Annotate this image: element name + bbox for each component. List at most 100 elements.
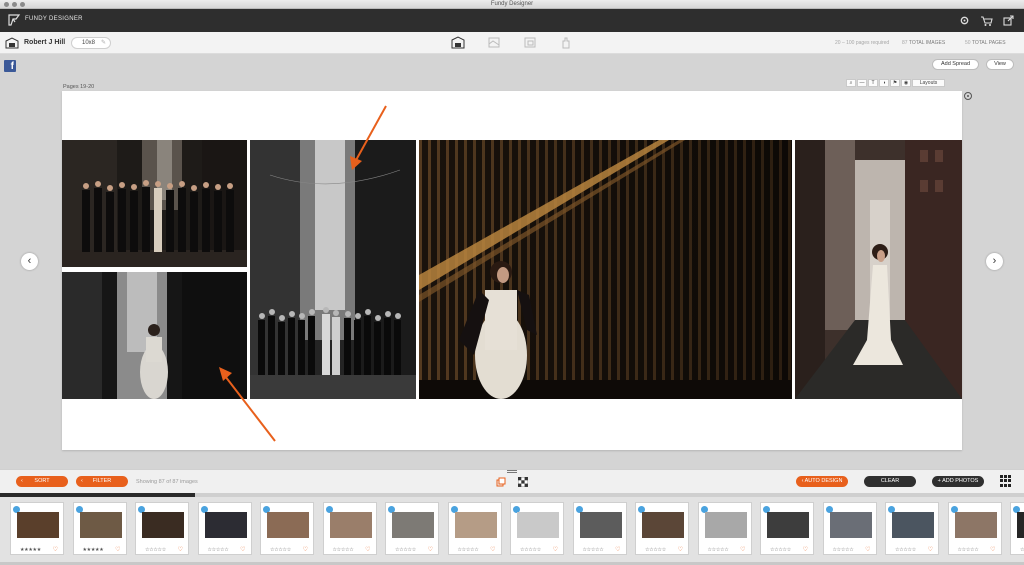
- album-spread[interactable]: [62, 91, 962, 450]
- sort-button[interactable]: ‹ SORT: [16, 476, 68, 487]
- add-spread-button[interactable]: Add Spread: [932, 59, 979, 70]
- stack-icon[interactable]: [496, 477, 506, 487]
- rating-stars[interactable]: ☆☆☆☆☆: [770, 547, 791, 553]
- rating-stars[interactable]: ☆☆☆☆☆: [145, 547, 166, 553]
- project-toolbar: Robert J Hill 10x8 ✎ 20 – 100 pages requ…: [0, 32, 1024, 54]
- photo-thumbnail[interactable]: ★★★★★ ♡: [10, 502, 64, 555]
- rating-stars[interactable]: ☆☆☆☆☆: [458, 547, 479, 553]
- rating-stars[interactable]: ☆☆☆☆☆: [645, 547, 666, 553]
- favorite-heart-icon[interactable]: ♡: [53, 546, 58, 553]
- rating-stars[interactable]: ☆☆☆☆☆: [270, 547, 291, 553]
- panel-resize-handle[interactable]: [507, 470, 517, 473]
- photo-bride-walking-alley[interactable]: [795, 140, 962, 399]
- favorite-heart-icon[interactable]: ♡: [240, 546, 245, 553]
- photo-thumbnail[interactable]: ☆☆☆☆☆ ♡: [760, 502, 814, 555]
- rating-stars[interactable]: ★★★★★: [83, 547, 104, 553]
- favorite-heart-icon[interactable]: ♡: [115, 546, 120, 553]
- favorite-heart-icon[interactable]: ♡: [303, 546, 308, 553]
- grid-view-icon[interactable]: [1000, 475, 1012, 487]
- app-name: FUNDY DESIGNER: [25, 16, 83, 22]
- favorite-heart-icon[interactable]: ♡: [928, 546, 933, 553]
- favorite-heart-icon[interactable]: ♡: [553, 546, 558, 553]
- favorite-heart-icon[interactable]: ♡: [490, 546, 495, 553]
- auto-design-button[interactable]: ‹ AUTO DESIGN: [796, 476, 848, 487]
- design-workspace: f Add Spread View Pages 19-20 ⌕ — T ◑ ⚑ …: [0, 54, 1024, 469]
- photo-thumbnail[interactable]: ★★★★★ ♡: [72, 502, 127, 555]
- layouts-button[interactable]: Layouts: [912, 79, 945, 87]
- favorite-heart-icon[interactable]: ♡: [990, 546, 995, 553]
- zoom-tool-icon[interactable]: ⌕: [846, 79, 856, 87]
- previous-spread-arrow-icon[interactable]: ‹: [21, 253, 38, 270]
- next-spread-arrow-icon[interactable]: ›: [986, 253, 1003, 270]
- photo-thumbnail[interactable]: ☆☆☆☆☆ ♡: [447, 502, 502, 555]
- photo-thumbnail[interactable]: ☆☆☆☆☆ ♡: [947, 502, 1002, 555]
- wall-art-tab-icon[interactable]: [487, 36, 501, 49]
- photo-thumbnail[interactable]: ☆☆☆☆☆♡: [1010, 502, 1024, 555]
- color-tool-icon[interactable]: ◑: [879, 79, 889, 87]
- photo-bride-golden-wall[interactable]: [419, 140, 792, 399]
- window-title: Fundy Designer: [490, 1, 534, 7]
- photo-thumbnail[interactable]: ☆☆☆☆☆ ♡: [322, 502, 377, 555]
- favorite-heart-icon[interactable]: ♡: [615, 546, 620, 553]
- photo-thumbnail[interactable]: ☆☆☆☆☆ ♡: [510, 502, 564, 555]
- photo-thumbnail[interactable]: ☆☆☆☆☆ ♡: [385, 502, 439, 555]
- thumbnail-image: [829, 512, 872, 538]
- line-tool-icon[interactable]: —: [857, 79, 867, 87]
- photo-bridal-party-alley[interactable]: [62, 140, 247, 267]
- checker-icon[interactable]: [518, 477, 528, 487]
- album-size-selector[interactable]: 10x8 ✎: [71, 37, 111, 49]
- photo-thumbnail[interactable]: ☆☆☆☆☆ ♡: [635, 502, 689, 555]
- rating-stars[interactable]: ☆☆☆☆☆: [958, 547, 979, 553]
- sort-label: SORT: [34, 478, 50, 484]
- rating-stars[interactable]: ★★★★★: [20, 547, 41, 553]
- favorite-heart-icon[interactable]: ♡: [678, 546, 683, 553]
- album-designer-tab-icon[interactable]: [451, 36, 465, 49]
- photo-thumbnail[interactable]: ☆☆☆☆☆ ♡: [260, 502, 314, 555]
- rating-stars[interactable]: ☆☆☆☆☆: [708, 547, 729, 553]
- filter-label: FILTER: [92, 478, 112, 484]
- photo-thumbnail[interactable]: ☆☆☆☆☆ ♡: [697, 502, 752, 555]
- photo-thumbnail[interactable]: ☆☆☆☆☆ ♡: [135, 502, 189, 555]
- favorite-heart-icon[interactable]: ♡: [178, 546, 183, 553]
- photo-thumbnail[interactable]: ☆☆☆☆☆ ♡: [885, 502, 939, 555]
- text-tool-icon[interactable]: T: [868, 79, 878, 87]
- rating-stars[interactable]: ☆☆☆☆☆: [520, 547, 541, 553]
- thumbnail-image: [204, 512, 247, 538]
- settings-gear-icon[interactable]: [958, 14, 971, 27]
- spread-tools: ⌕ — T ◑ ⚑ ◉ Layouts: [846, 79, 945, 87]
- photo-thumbnail[interactable]: ☆☆☆☆☆ ♡: [822, 502, 877, 555]
- thumbnail-image: [517, 512, 559, 538]
- clear-button[interactable]: CLEAR: [864, 476, 916, 487]
- hand-proof-tab-icon[interactable]: [559, 36, 573, 49]
- rating-stars[interactable]: ☆☆☆☆☆: [895, 547, 916, 553]
- cart-icon[interactable]: [980, 14, 993, 27]
- layouts-label: Layouts: [919, 80, 938, 86]
- cards-tab-icon[interactable]: [523, 36, 537, 49]
- filter-button[interactable]: ‹ FILTER: [76, 476, 128, 487]
- rating-stars[interactable]: ☆☆☆☆☆: [1020, 547, 1024, 553]
- rating-stars[interactable]: ☆☆☆☆☆: [333, 547, 354, 553]
- rating-stars[interactable]: ☆☆☆☆☆: [395, 547, 416, 553]
- rating-stars[interactable]: ☆☆☆☆☆: [833, 547, 854, 553]
- rating-stars[interactable]: ☆☆☆☆☆: [208, 547, 229, 553]
- add-photos-button[interactable]: + ADD PHOTOS: [932, 476, 984, 487]
- favorite-heart-icon[interactable]: ♡: [740, 546, 745, 553]
- eye-tool-icon[interactable]: ◉: [901, 79, 911, 87]
- album-icon[interactable]: [5, 37, 19, 49]
- export-icon[interactable]: [1002, 14, 1015, 27]
- photo-bridal-party-bw[interactable]: [250, 140, 416, 399]
- favorite-heart-icon[interactable]: ♡: [865, 546, 870, 553]
- photo-thumbnail[interactable]: ☆☆☆☆☆ ♡: [572, 502, 627, 555]
- photo-bride-alley-bw[interactable]: [62, 272, 247, 399]
- thumbnail-image: [954, 512, 997, 538]
- thumbnail-image: [329, 512, 372, 538]
- rating-stars[interactable]: ☆☆☆☆☆: [583, 547, 604, 553]
- favorite-heart-icon[interactable]: ♡: [803, 546, 808, 553]
- view-button[interactable]: View: [986, 59, 1014, 70]
- favorite-heart-icon[interactable]: ♡: [428, 546, 433, 553]
- facebook-icon[interactable]: f: [4, 60, 16, 72]
- favorite-heart-icon[interactable]: ♡: [365, 546, 370, 553]
- flag-tool-icon[interactable]: ⚑: [890, 79, 900, 87]
- zoom-fit-icon[interactable]: [964, 92, 972, 100]
- photo-thumbnail[interactable]: ☆☆☆☆☆ ♡: [197, 502, 252, 555]
